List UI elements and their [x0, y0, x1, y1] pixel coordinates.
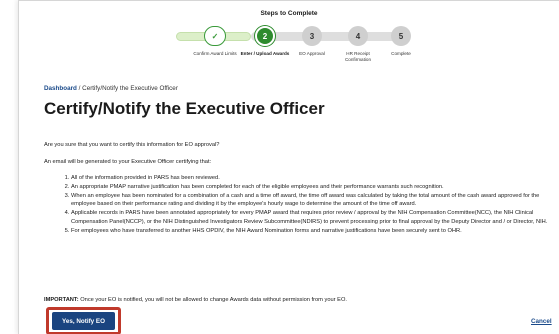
step-3-label: EO Approval: [299, 51, 325, 56]
list-item: For employees who have transferred to an…: [71, 227, 554, 236]
breadcrumb: Dashboard / Certify/Notify the Executive…: [44, 85, 178, 92]
email-intro: An email will be generated to your Execu…: [44, 159, 212, 165]
yes-notify-eo-button[interactable]: Yes, Notify EO: [52, 312, 115, 330]
step-2-label: Enter / Upload Awards: [240, 51, 290, 56]
important-notice: IMPORTANT: Once your EO is notified, you…: [44, 297, 347, 303]
list-item: An appropriate PMAP narrative justificat…: [71, 183, 554, 192]
breadcrumb-current: Certify/Notify the Executive Officer: [82, 85, 178, 92]
list-item: When an employee has been nominated for …: [71, 192, 554, 209]
step-5-label: Complete: [391, 51, 411, 56]
list-item: Applicable records in PARS have been ann…: [71, 209, 554, 226]
important-label: IMPORTANT:: [44, 297, 79, 303]
breadcrumb-dashboard-link[interactable]: Dashboard: [44, 85, 77, 92]
step-4-indicator: 4: [348, 26, 368, 46]
page-title: Certify/Notify the Executive Officer: [44, 99, 325, 118]
step-5-indicator: 5: [391, 26, 411, 46]
list-item: All of the information provided in PARS …: [71, 174, 554, 183]
certification-list: All of the information provided in PARS …: [64, 174, 554, 236]
step-1-label: Confirm Award Limits: [193, 51, 237, 56]
confirmation-question: Are you sure that you want to certify th…: [44, 142, 220, 148]
main-panel: Steps to Complete ✓ 2 3 4 5 Confirm Awar…: [18, 0, 559, 334]
step-3-indicator: 3: [302, 26, 322, 46]
stepper-title: Steps to Complete: [260, 10, 318, 17]
step-2-indicator: 2: [255, 26, 275, 46]
important-text: Once your EO is notified, you will not b…: [78, 297, 347, 303]
cancel-link[interactable]: Cancel: [531, 318, 552, 325]
step-1-check-icon: ✓: [204, 26, 226, 46]
